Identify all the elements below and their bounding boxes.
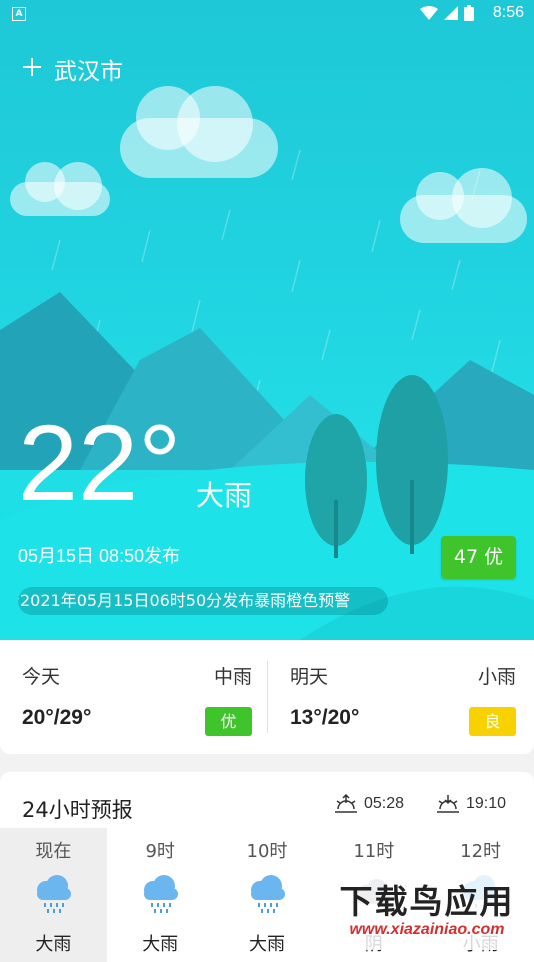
publish-time: 05月15日 08:50发布 bbox=[18, 546, 181, 566]
hour-time: 12时 bbox=[460, 841, 502, 862]
hour-time: 10时 bbox=[246, 841, 288, 862]
sunrise-time: 05:28 bbox=[364, 795, 405, 812]
wifi-icon bbox=[420, 6, 438, 20]
hour-time: 现在 bbox=[35, 841, 72, 862]
hour-item[interactable]: 10时 大雨 bbox=[214, 828, 321, 962]
sunset-icon bbox=[437, 795, 459, 813]
aqi-badge[interactable]: 47 优 bbox=[441, 536, 516, 579]
day-temp-range: 20°/29° bbox=[22, 706, 92, 729]
city-selector[interactable]: 武汉市 bbox=[22, 52, 123, 86]
watermark-logo: 下载鸟应用 www.xiazainiao.com bbox=[320, 873, 534, 950]
air-quality-badge: 优 bbox=[205, 707, 252, 736]
sunrise: 05:28 bbox=[334, 794, 404, 814]
alert-text: 武汉市气象台2021年05月15日06时50分发布暴雨橙色预警 bbox=[18, 591, 351, 610]
hour-time: 11时 bbox=[353, 841, 395, 862]
sunset: 19:10 bbox=[436, 794, 506, 814]
heavy-rain-icon bbox=[143, 875, 178, 913]
plus-icon[interactable] bbox=[22, 54, 48, 84]
heavy-rain-icon bbox=[250, 875, 285, 913]
watermark-url: www.xiazainiao.com bbox=[349, 921, 505, 938]
cell-signal-icon bbox=[444, 6, 458, 20]
battery-icon bbox=[464, 5, 474, 21]
today-summary[interactable]: 今天 中雨 20°/29° 优 bbox=[22, 640, 252, 754]
air-quality-badge: 良 bbox=[469, 707, 516, 736]
current-temperature: 22° bbox=[18, 402, 182, 523]
day-temp-range: 13°/20° bbox=[290, 706, 360, 729]
sunset-time: 19:10 bbox=[466, 795, 507, 812]
hour-item[interactable]: 现在 大雨 bbox=[0, 828, 107, 962]
hour-time: 9时 bbox=[145, 841, 175, 862]
watermark-title: 下载鸟应用 bbox=[339, 882, 515, 921]
hour-condition: 大雨 bbox=[248, 934, 285, 955]
current-condition: 大雨 bbox=[196, 479, 253, 512]
day-label: 明天 bbox=[290, 666, 329, 688]
status-bar: A 8:56 bbox=[0, 0, 534, 28]
tomorrow-summary[interactable]: 明天 小雨 13°/20° 良 bbox=[290, 640, 516, 754]
hourly-title: 24小时预报 bbox=[22, 798, 133, 822]
hour-item[interactable]: 9时 大雨 bbox=[107, 828, 214, 962]
divider bbox=[267, 661, 268, 733]
weather-alert-marquee[interactable]: 武汉市气象台2021年05月15日06时50分发布暴雨橙色预警 bbox=[18, 587, 388, 615]
hour-condition: 大雨 bbox=[35, 934, 72, 955]
day-condition: 中雨 bbox=[213, 666, 252, 688]
day-label: 今天 bbox=[22, 666, 61, 688]
sunrise-icon bbox=[335, 794, 357, 813]
heavy-rain-icon bbox=[37, 875, 71, 913]
app-notification-icon: A bbox=[12, 7, 26, 21]
day-condition: 小雨 bbox=[477, 666, 516, 688]
city-name[interactable]: 武汉市 bbox=[54, 52, 123, 86]
status-time: 8:56 bbox=[492, 4, 524, 21]
hour-condition: 大雨 bbox=[142, 934, 179, 955]
